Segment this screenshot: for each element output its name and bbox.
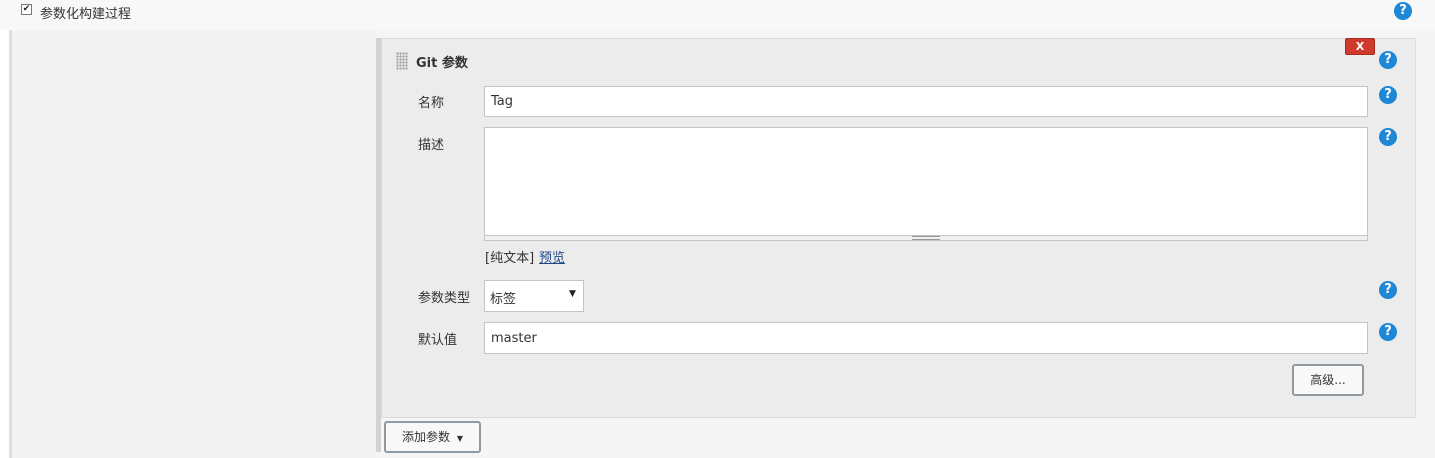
help-icon[interactable]: ?	[1379, 86, 1397, 104]
left-column	[12, 30, 376, 458]
parameter-header: Git 参数	[416, 56, 468, 71]
chevron-down-icon: ▼	[569, 289, 576, 299]
preview-link[interactable]: 预览	[539, 247, 565, 266]
advanced-button[interactable]: 高级...	[1292, 364, 1364, 396]
default-value-field[interactable]	[484, 322, 1368, 354]
help-icon[interactable]: ?	[1379, 128, 1397, 146]
section-header	[0, 0, 1435, 30]
caret-down-icon: ▼	[456, 434, 463, 443]
default-value-label: 默认值	[418, 333, 458, 348]
name-field[interactable]	[484, 86, 1368, 117]
help-icon[interactable]: ?	[1379, 323, 1397, 341]
format-text: [纯文本]	[485, 251, 535, 266]
parameter-type-value: 标签	[490, 292, 517, 307]
help-icon[interactable]: ?	[1379, 51, 1397, 69]
add-parameter-label: 添加参数	[402, 430, 451, 444]
parameterized-build-checkbox[interactable]: ✔	[21, 4, 32, 15]
resize-grip-icon[interactable]	[912, 236, 940, 240]
parameter-type-label: 参数类型	[418, 291, 471, 306]
help-icon[interactable]: ?	[1379, 281, 1397, 299]
parameter-type-select[interactable]: 标签 ▼	[484, 280, 584, 312]
drag-handle-icon[interactable]	[396, 52, 408, 70]
description-label: 描述	[418, 138, 445, 153]
add-parameter-button[interactable]: 添加参数 ▼	[384, 421, 481, 453]
name-label: 名称	[418, 96, 445, 111]
help-icon[interactable]: ?	[1394, 2, 1412, 20]
delete-parameter-button[interactable]: X	[1345, 38, 1375, 55]
description-textarea[interactable]	[484, 127, 1368, 236]
section-title: 参数化构建过程	[40, 7, 132, 22]
